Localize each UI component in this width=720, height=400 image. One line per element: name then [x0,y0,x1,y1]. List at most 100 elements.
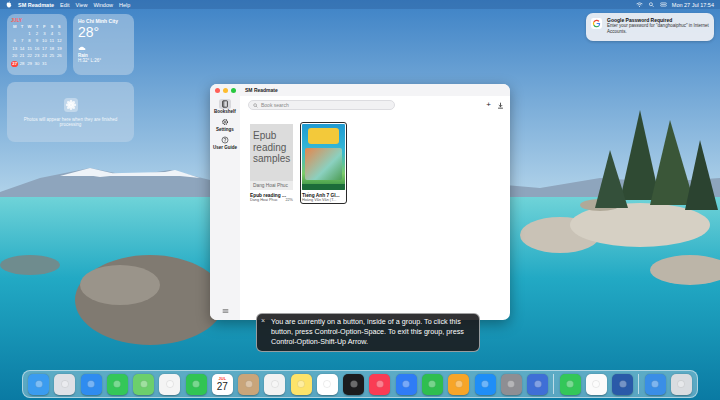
dock-app-icon[interactable] [186,374,207,395]
book-card[interactable]: Epub reading samples Dang Hoai Phuc Epub… [248,122,295,204]
desktop: SM Readmate Edit View Window Help Mon 27 Ju… [0,0,720,400]
calendar-day: 16 [33,46,40,52]
weather-temperature: 28° [78,24,129,40]
voiceover-caption: × You are currently on a button, inside … [256,313,480,352]
window-title: SM Readmate [245,87,278,93]
status-area: Mon 27 Jul 17:54 [636,2,714,8]
cover-author: Dang Hoai Phuc [250,181,293,190]
dock-app-icon[interactable] [396,374,417,395]
photos-widget[interactable]: Photos will appear here when they are fi… [7,82,134,142]
dock-app-icon[interactable] [501,374,522,395]
sidebar-item[interactable]: Settings [216,117,234,132]
bookshelf-panel: Book search + Epub reading samples Dang … [240,96,510,320]
calendar-weekday: M [11,24,18,29]
dock-app-icon[interactable] [645,374,666,395]
dock-app-icon[interactable] [159,374,180,395]
app-glyph-icon [190,378,202,390]
notification-body: Enter your password for "danghoaiphuc" i… [607,23,709,35]
calendar-day: 8 [26,38,33,44]
calendar-weekday: S [48,24,55,29]
calendar-day: 24 [41,53,48,59]
download-icon[interactable] [497,102,504,109]
apple-icon[interactable] [6,1,12,8]
book-progress: 22% [285,198,293,202]
app-glyph-icon [590,378,602,390]
caption-text: You are currently on a button, inside of… [271,317,464,346]
dock-app-icon[interactable] [28,374,49,395]
dock-app-icon[interactable] [133,374,154,395]
dock-app-icon[interactable] [422,374,443,395]
dock-calendar-icon[interactable]: JUL 27 [212,374,233,395]
calendar-day: 7 [18,38,25,44]
calendar-day: 22 [26,53,33,59]
menu-app-name[interactable]: SM Readmate [18,2,54,8]
calendar-widget[interactable]: JULY MTWTFSS 123456789101112131415161718… [7,14,67,75]
notification[interactable]: Google Password Required Enter your pass… [586,13,714,41]
menu-item[interactable]: Window [93,2,113,8]
search-placeholder: Book search [261,102,289,108]
sidebar-toggle-icon[interactable] [222,308,229,314]
sidebar-item[interactable]: User Guide [213,135,237,150]
app-glyph-icon [295,378,307,390]
calendar-weekday: T [33,24,40,29]
dock-app-icon[interactable] [527,374,548,395]
dock-app-icon[interactable] [264,374,285,395]
dock-app-icon[interactable] [81,374,102,395]
calendar-day: 15 [26,46,33,52]
minimize-button[interactable] [223,88,228,93]
google-logo-icon [591,18,602,29]
title-bar[interactable]: SM Readmate [210,84,510,96]
dock-app-icon[interactable] [238,374,259,395]
book-meta: Dang Hoai Phuc 22% [250,198,293,202]
menu-item[interactable]: Edit [60,2,69,8]
weather-widget[interactable]: Ho Chi Minh City 28° Rain H:32° L:26° [73,14,134,75]
app-window[interactable]: SM Readmate Bookshelf Settings User Guid… [210,84,510,320]
dock-app-icon[interactable] [475,374,496,395]
dock-app-icon[interactable] [560,374,581,395]
menu-item[interactable]: Help [119,2,130,8]
app-glyph-icon [564,378,576,390]
add-book-button[interactable]: + [486,101,491,109]
search-icon[interactable] [648,2,655,7]
notification-content: Google Password Required Enter your pass… [607,17,709,35]
dock-app-icon[interactable] [369,374,390,395]
dock-app-icon[interactable] [317,374,338,395]
close-button[interactable] [215,88,220,93]
dock-app-icon[interactable] [291,374,312,395]
calendar-day: 28 [18,61,25,67]
book-title: Tiếng Anh 7 Gl... [302,193,345,198]
dock-app-icon[interactable] [448,374,469,395]
book-card[interactable]: Tiếng Anh 7 Gl... Hoàng Văn Vân (T... [300,122,347,204]
app-glyph-icon [33,378,45,390]
question-circle-icon [221,136,229,144]
calendar-day [18,31,25,37]
dock-app-icon[interactable] [107,374,128,395]
calendar-day: 9 [33,38,40,44]
sidebar-icon-box [219,99,231,109]
weather-city: Ho Chi Minh City [78,18,129,24]
app-glyph-icon [59,378,71,390]
menu-clock[interactable]: Mon 27 Jul 17:54 [672,2,714,8]
app-glyph-icon [374,378,386,390]
calendar-day: 14 [18,46,25,52]
calendar-day: 3 [41,31,48,37]
caption-close-button[interactable]: × [261,316,265,326]
dock-app-icon[interactable] [671,374,692,395]
calendar-day [48,61,55,67]
app-glyph-icon [532,378,544,390]
calendar-weekday: W [26,24,33,29]
sidebar-icon-box [219,117,231,127]
control-center-icon[interactable] [660,2,667,7]
calendar-day: 13 [11,46,18,52]
search-field[interactable]: Book search [248,100,395,110]
calendar-day [11,31,18,37]
zoom-button[interactable] [231,88,236,93]
dock-app-icon[interactable] [343,374,364,395]
dock-app-icon[interactable] [586,374,607,395]
dock-app-icon[interactable] [612,374,633,395]
dock-app-icon[interactable] [54,374,75,395]
sidebar-item[interactable]: Bookshelf [214,99,236,114]
menu-item[interactable]: View [76,2,88,8]
wifi-icon[interactable] [636,2,643,7]
app-glyph-icon [617,378,629,390]
